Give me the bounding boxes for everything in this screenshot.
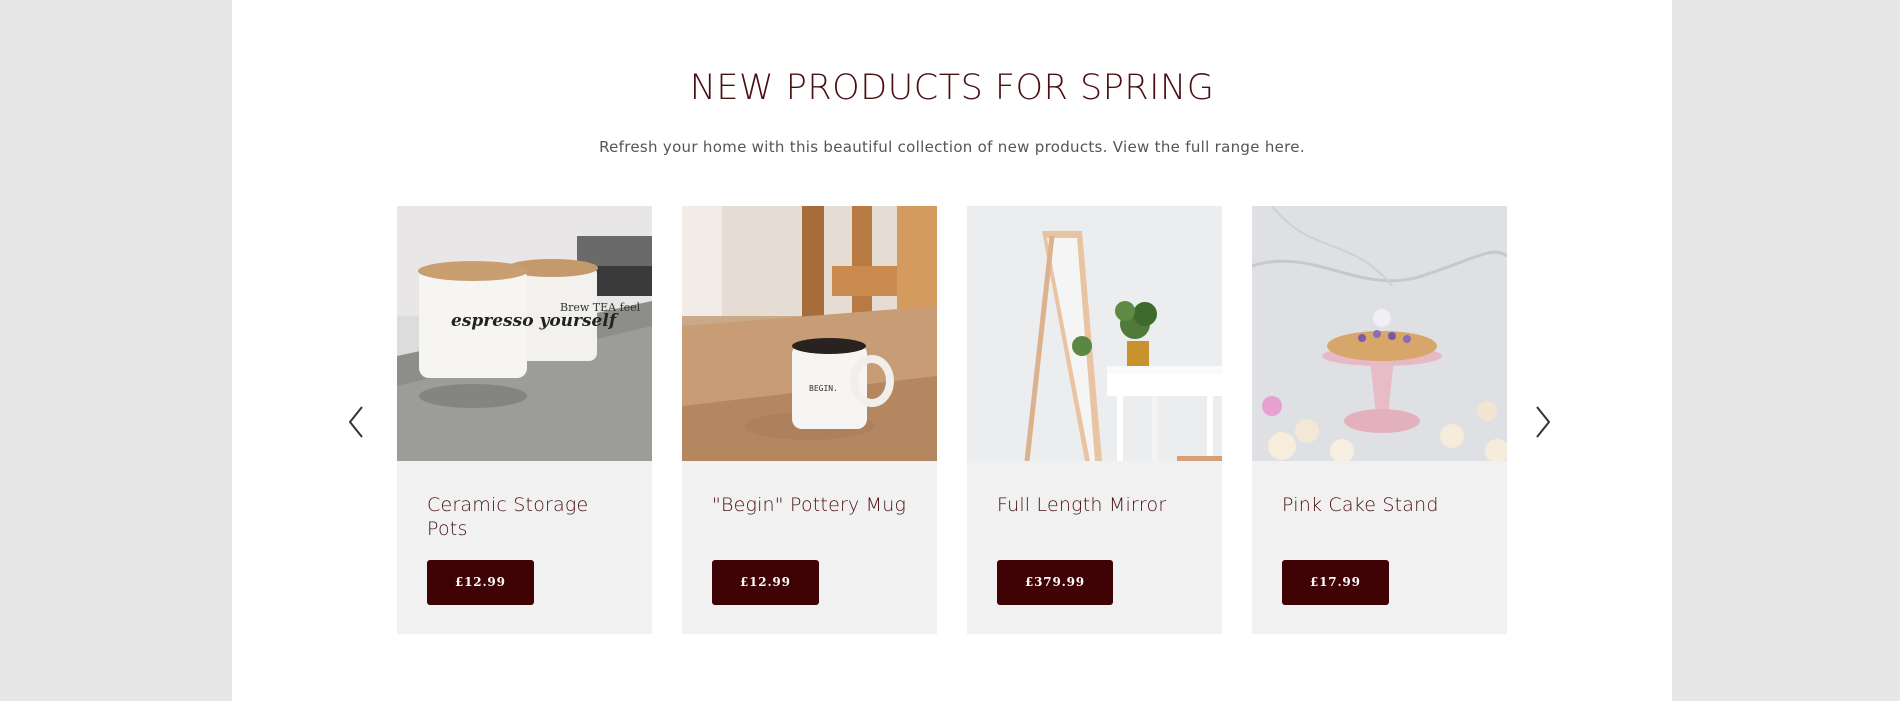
section-title: NEW PRODUCTS FOR SPRING [689, 68, 1215, 108]
product-card-ceramic-pots[interactable]: espresso yourself Brew TEA feel Ceramic … [397, 206, 652, 634]
section-subtitle: Refresh your home with this beautiful co… [599, 138, 1305, 156]
products-section: NEW PRODUCTS FOR SPRING Refresh your hom… [232, 0, 1672, 701]
mug-text: BEGIN. [809, 384, 838, 393]
product-card-mirror[interactable]: Full Length Mirror £379.99 [967, 206, 1222, 634]
price-button[interactable]: £17.99 [1282, 560, 1389, 605]
mirror-image[interactable] [967, 206, 1222, 461]
product-title[interactable]: Ceramic Storage Pots [427, 493, 632, 541]
chevron-right-icon [1536, 406, 1551, 438]
carousel-next-button[interactable] [1527, 404, 1557, 440]
cake-stand-image[interactable] [1252, 206, 1507, 461]
product-title[interactable]: Full Length Mirror [997, 493, 1202, 517]
pottery-mug-image[interactable]: BEGIN. [682, 206, 937, 461]
product-title[interactable]: "Begin" Pottery Mug [712, 493, 917, 517]
ceramic-pot-text-2: Brew TEA feel [560, 301, 641, 314]
price-button[interactable]: £379.99 [997, 560, 1113, 605]
price-button[interactable]: £12.99 [712, 560, 819, 605]
product-card-cake-stand[interactable]: Pink Cake Stand £17.99 [1252, 206, 1507, 634]
product-title[interactable]: Pink Cake Stand [1282, 493, 1487, 517]
ceramic-pots-image[interactable]: espresso yourself Brew TEA feel [397, 206, 652, 461]
ceramic-pot-text-1: espresso yourself [451, 311, 619, 331]
chevron-left-icon [348, 406, 363, 438]
product-card-pottery-mug[interactable]: BEGIN. "Begin" Pottery Mug £12.99 [682, 206, 937, 634]
price-button[interactable]: £12.99 [427, 560, 534, 605]
carousel-prev-button[interactable] [342, 404, 372, 440]
